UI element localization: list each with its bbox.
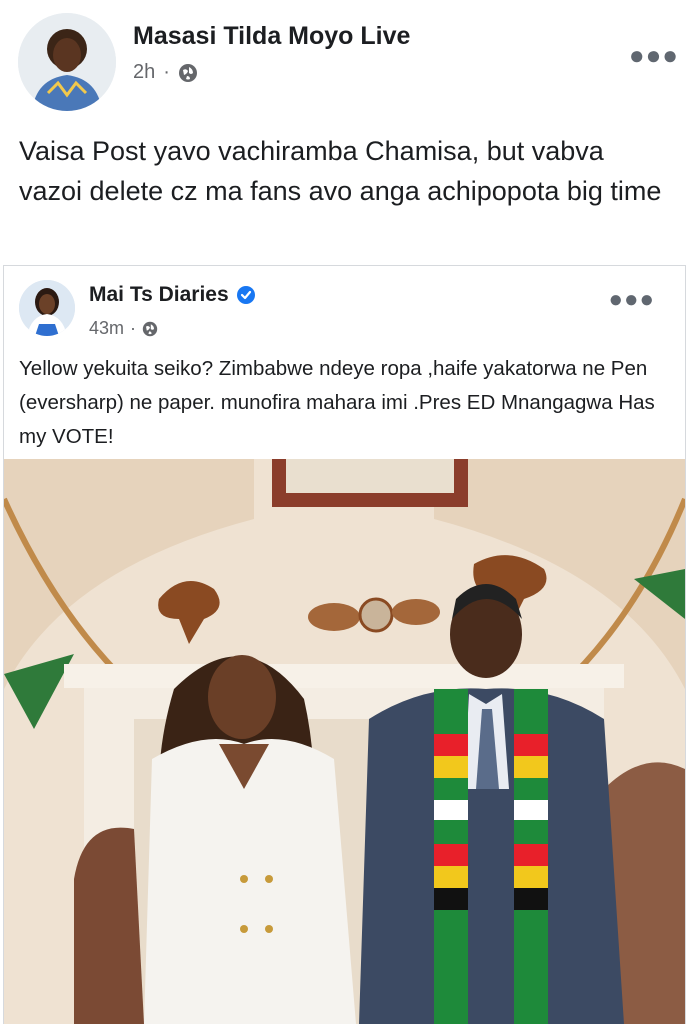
meta-separator: · bbox=[163, 61, 170, 83]
shared-post-photo[interactable] bbox=[4, 459, 685, 1024]
verified-badge-icon bbox=[236, 286, 255, 304]
shared-more-options-icon[interactable]: ●●● bbox=[609, 286, 656, 314]
shared-post-text: Yellow yekuita seiko? Zimbabwe ndeye rop… bbox=[19, 357, 655, 448]
shared-post-meta: 43m · bbox=[89, 318, 158, 339]
shared-author-avatar[interactable] bbox=[19, 280, 75, 336]
globe-icon bbox=[142, 321, 158, 336]
globe-icon bbox=[178, 63, 197, 82]
post-meta: 2h · bbox=[133, 61, 198, 84]
post-header: Masasi Tilda Moyo Live 2h · ●●● bbox=[0, 0, 689, 120]
shared-post[interactable]: Mai Ts Diaries 43m · ●●● Yellow yekuita … bbox=[3, 265, 686, 1024]
post-text: Vaisa Post yavo vachiramba Chamisa, but … bbox=[19, 136, 662, 206]
author-name[interactable]: Masasi Tilda Moyo Live bbox=[133, 22, 410, 51]
shared-post-time[interactable]: 43m bbox=[89, 318, 124, 339]
shared-meta-separator: · bbox=[130, 318, 137, 338]
shared-author-name[interactable]: Mai Ts Diaries bbox=[89, 283, 256, 307]
more-options-icon[interactable]: ●●● bbox=[629, 40, 679, 71]
shared-author-label: Mai Ts Diaries bbox=[89, 283, 229, 306]
author-avatar[interactable] bbox=[18, 13, 116, 111]
post-time[interactable]: 2h bbox=[133, 61, 155, 84]
